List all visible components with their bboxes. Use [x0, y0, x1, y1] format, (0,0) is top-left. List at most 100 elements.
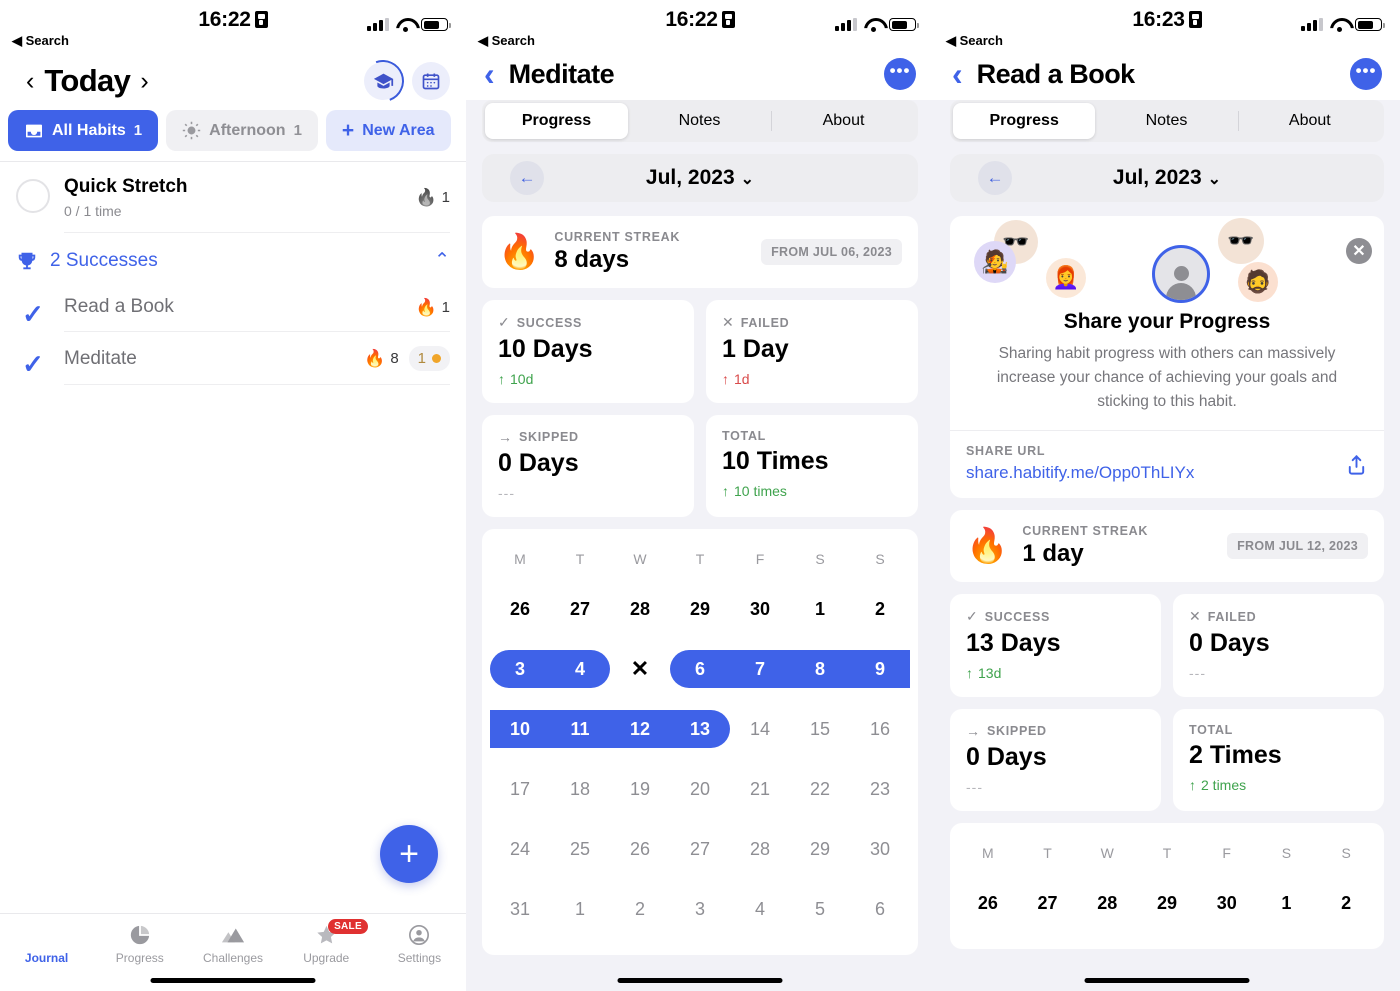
calendar-day[interactable]: 19 [610, 759, 670, 819]
calendar-day[interactable]: 26 [958, 873, 1018, 933]
calendar-day[interactable]: 29 [670, 579, 730, 639]
calendar-day[interactable]: 27 [670, 819, 730, 879]
tab-challenges[interactable]: Challenges [186, 924, 279, 965]
calendar-day[interactable]: 6 [670, 639, 730, 699]
calendar-day[interactable]: 2 [1316, 873, 1376, 933]
calendar-day[interactable]: 4 [730, 879, 790, 939]
calendar-day[interactable]: 9 [850, 639, 910, 699]
tab-about[interactable]: About [1239, 103, 1381, 139]
calendar-day[interactable]: 12 [610, 699, 670, 759]
calendar-day[interactable]: 8 [790, 639, 850, 699]
chevron-right-icon[interactable]: › [130, 68, 158, 94]
back-button[interactable]: ‹ [484, 58, 495, 90]
calendar-day[interactable]: 28 [1077, 873, 1137, 933]
share-url-value[interactable]: share.habitify.me/Opp0ThLIYx [966, 463, 1194, 483]
calendar-glyph [422, 73, 440, 90]
tab-progress[interactable]: Progress [93, 924, 186, 965]
add-habit-button[interactable]: + [380, 825, 438, 883]
calendar-day[interactable]: 30 [1197, 873, 1257, 933]
status-back-to-search[interactable]: ◀ Search [946, 33, 1003, 49]
chevron-left-icon[interactable]: ‹ [16, 68, 44, 94]
back-button[interactable]: ‹ [952, 58, 963, 90]
calendar-day[interactable]: 5 [790, 879, 850, 939]
close-circle-icon[interactable]: ✕ [1346, 238, 1372, 264]
month-label[interactable]: Jul, 2023 ⌄ [1113, 166, 1221, 190]
calendar-day-failed[interactable]: ✕ [610, 639, 670, 699]
habit-checkbox[interactable] [16, 179, 50, 213]
stat-delta: ↑ 1d [722, 371, 750, 387]
tab-progress[interactable]: Progress [485, 103, 628, 139]
calendar-day[interactable]: 24 [490, 819, 550, 879]
calendar-day[interactable]: 21 [730, 759, 790, 819]
tab-progress[interactable]: Progress [953, 103, 1096, 139]
calendar-day[interactable]: 28 [610, 579, 670, 639]
more-options-button[interactable]: ••• [1350, 58, 1382, 90]
section-successes[interactable]: 2 Successes ⌃ [0, 233, 466, 282]
month-selector: ← Jul, 2023 ⌄ [950, 154, 1384, 202]
habit-row-pending[interactable]: Quick Stretch 0 / 1 time 🔥 1 [0, 162, 466, 233]
calendar-day[interactable]: 27 [550, 579, 610, 639]
calendar-day[interactable]: 27 [1018, 873, 1078, 933]
habit-checked-icon[interactable]: ✓ [16, 297, 50, 331]
calendar-day[interactable]: 16 [850, 699, 910, 759]
flame-icon: 🔥 [415, 188, 437, 207]
calendar-day[interactable]: 26 [490, 579, 550, 639]
month-label[interactable]: Jul, 2023 ⌄ [646, 166, 754, 190]
calendar-day[interactable]: 4 [550, 639, 610, 699]
previous-month-button[interactable]: ← [978, 161, 1012, 195]
calendar-day[interactable]: 30 [730, 579, 790, 639]
tab-settings[interactable]: Settings [373, 924, 466, 965]
calendar-icon[interactable] [412, 62, 450, 100]
calendar-day[interactable]: 20 [670, 759, 730, 819]
calendar-day[interactable]: 3 [490, 639, 550, 699]
tab-upgrade[interactable]: SALE Upgrade [280, 919, 373, 965]
habit-meta: 🔥 1 [415, 189, 450, 206]
calendar-day[interactable]: 6 [850, 879, 910, 939]
pie-chart-icon [129, 924, 151, 946]
status-bar: 16:23 ◀ Search [934, 0, 1400, 52]
chip-afternoon[interactable]: Afternoon 1 [166, 110, 318, 151]
more-options-button[interactable]: ••• [884, 58, 916, 90]
calendar-day[interactable]: 11 [550, 699, 610, 759]
calendar-day[interactable]: 29 [1137, 873, 1197, 933]
calendar-day[interactable]: 1 [790, 579, 850, 639]
calendar-day[interactable]: 13 [670, 699, 730, 759]
stat-caption: FAILED [1207, 609, 1257, 624]
calendar-day[interactable]: 14 [730, 699, 790, 759]
calendar-day[interactable]: 3 [670, 879, 730, 939]
share-upload-icon[interactable] [1345, 453, 1368, 483]
previous-month-button[interactable]: ← [510, 161, 544, 195]
calendar-day[interactable]: 18 [550, 759, 610, 819]
chip-all-habits[interactable]: All Habits 1 [8, 110, 159, 151]
stat-delta: --- [498, 485, 515, 501]
calendar-day[interactable]: 1 [1257, 873, 1317, 933]
chip-new-area[interactable]: + New Area [325, 110, 451, 151]
status-back-to-search[interactable]: ◀ Search [478, 33, 535, 49]
stat-delta: --- [1189, 665, 1206, 682]
calendar-day[interactable]: 31 [490, 879, 550, 939]
chevron-up-icon[interactable]: ⌃ [434, 249, 450, 272]
graduation-cap-icon[interactable] [355, 53, 411, 109]
calendar-day[interactable]: 1 [550, 879, 610, 939]
calendar-day[interactable]: 2 [850, 579, 910, 639]
calendar-day[interactable]: 23 [850, 759, 910, 819]
tab-journal[interactable]: Journal [0, 924, 93, 965]
calendar-day[interactable]: 10 [490, 699, 550, 759]
calendar-day[interactable]: 7 [730, 639, 790, 699]
calendar-day[interactable]: 15 [790, 699, 850, 759]
tab-notes[interactable]: Notes [628, 103, 771, 139]
calendar-day[interactable]: 17 [490, 759, 550, 819]
tab-about[interactable]: About [772, 103, 915, 139]
habit-checked-icon[interactable]: ✓ [16, 347, 50, 381]
calendar-day[interactable]: 2 [610, 879, 670, 939]
habit-row-done[interactable]: ✓ Read a Book 🔥 1 [0, 282, 466, 332]
status-back-to-search[interactable]: ◀ Search [12, 33, 69, 49]
calendar-day[interactable]: 29 [790, 819, 850, 879]
calendar-day[interactable]: 22 [790, 759, 850, 819]
tab-notes[interactable]: Notes [1095, 103, 1237, 139]
calendar-day[interactable]: 26 [610, 819, 670, 879]
calendar-day[interactable]: 30 [850, 819, 910, 879]
calendar-day[interactable]: 28 [730, 819, 790, 879]
calendar-day[interactable]: 25 [550, 819, 610, 879]
habit-row-done[interactable]: ✓ Meditate 🔥 8 1 [0, 332, 466, 385]
